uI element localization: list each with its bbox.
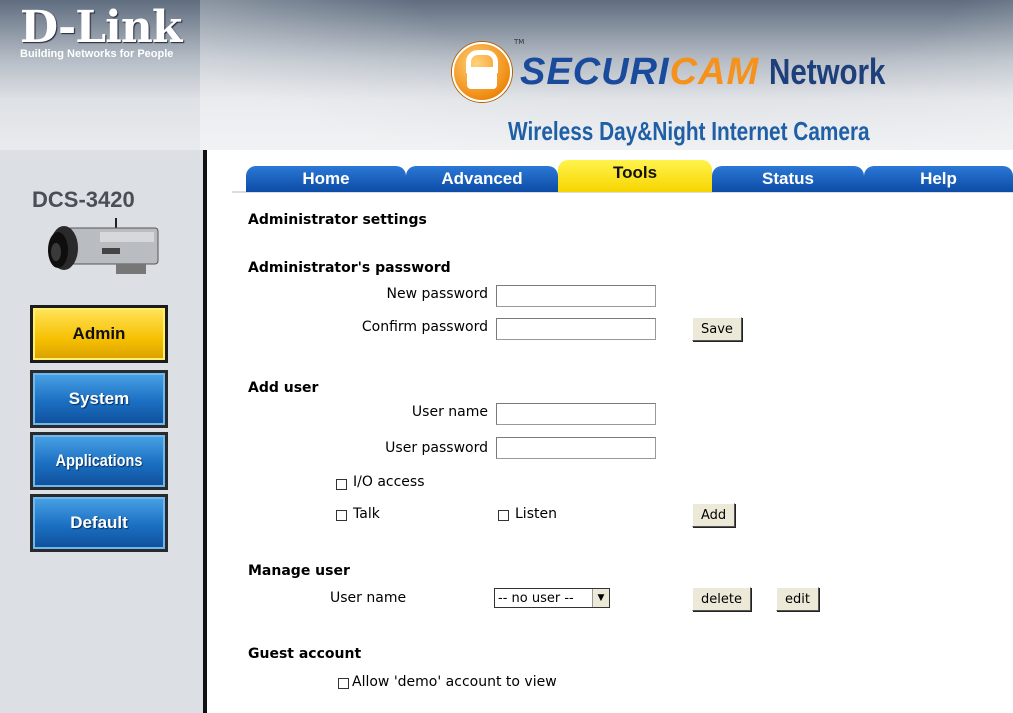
tab-status[interactable]: Status [712,166,864,192]
io-access-label: I/O access [353,474,425,490]
trademark-mark: TM [514,38,525,46]
securicam-brand: TM SECURICAM Network [452,38,911,102]
sidebar-item-system[interactable]: System [30,370,168,428]
sidebar-item-default[interactable]: Default [30,494,168,552]
talk-checkbox[interactable] [336,510,347,521]
vertical-divider [203,150,207,713]
sidebar-item-admin[interactable]: Admin [30,305,168,363]
new-password-label: New password [386,286,488,302]
tab-label: Help [920,169,957,188]
page-title: Administrator settings [248,212,427,228]
tab-advanced[interactable]: Advanced [406,166,558,192]
chevron-down-icon[interactable]: ▼ [592,589,609,607]
add-user-button[interactable]: Add [692,503,736,527]
dlink-logo: D-Link Building Networks for People [20,2,182,61]
section-guest-account: Guest account [248,646,362,662]
tab-label: Advanced [441,169,523,188]
user-password-label: User password [385,440,488,456]
section-manage-user: Manage user [248,563,350,579]
section-admin-password: Administrator's password [248,260,451,276]
listen-label: Listen [515,506,557,522]
manage-user-name-label: User name [330,590,407,606]
sidebar-item-applications[interactable]: Applications [30,432,168,490]
io-access-checkbox[interactable] [336,479,347,490]
model-name: DCS-3420 [32,187,135,212]
new-password-input[interactable] [496,285,656,307]
talk-label: Talk [353,506,380,522]
sidebar-item-label: Default [70,513,128,532]
sidebar-item-label: Admin [72,324,126,343]
confirm-password-input[interactable] [496,318,656,340]
tab-label: Home [302,169,350,188]
sidebar-item-label: System [68,389,130,408]
camera-icon [48,218,159,274]
logo-tagline: Building Networks for People [20,48,174,60]
product-subtitle: Wireless Day&Night Internet Camera [508,116,870,146]
tab-help[interactable]: Help [864,166,1013,192]
listen-checkbox[interactable] [498,510,509,521]
logo-text: D-Link [20,2,182,53]
user-password-input[interactable] [496,437,656,459]
edit-user-button[interactable]: edit [776,587,819,611]
tab-tools[interactable]: Tools [558,160,712,192]
lock-icon [452,42,512,102]
tab-label: Tools [612,163,658,182]
section-add-user: Add user [248,380,319,396]
brand-name: SECURICAM [520,50,760,93]
save-button[interactable]: Save [692,317,742,341]
tab-label: Status [762,169,814,188]
user-name-input[interactable] [496,403,656,425]
user-select[interactable]: -- no user -- ▼ [494,588,610,608]
tab-home[interactable]: Home [246,166,406,192]
brand-network: Network [769,51,886,92]
user-name-label: User name [411,404,488,420]
allow-demo-label: Allow 'demo' account to view [352,674,557,690]
confirm-password-label: Confirm password [361,319,488,335]
user-select-value: -- no user -- [498,590,574,606]
allow-demo-checkbox[interactable] [338,678,349,689]
tab-bar: Home Advanced Tools Status Help [246,160,1013,192]
delete-user-button[interactable]: delete [692,587,751,611]
sidebar-item-label: Applications [55,451,143,470]
